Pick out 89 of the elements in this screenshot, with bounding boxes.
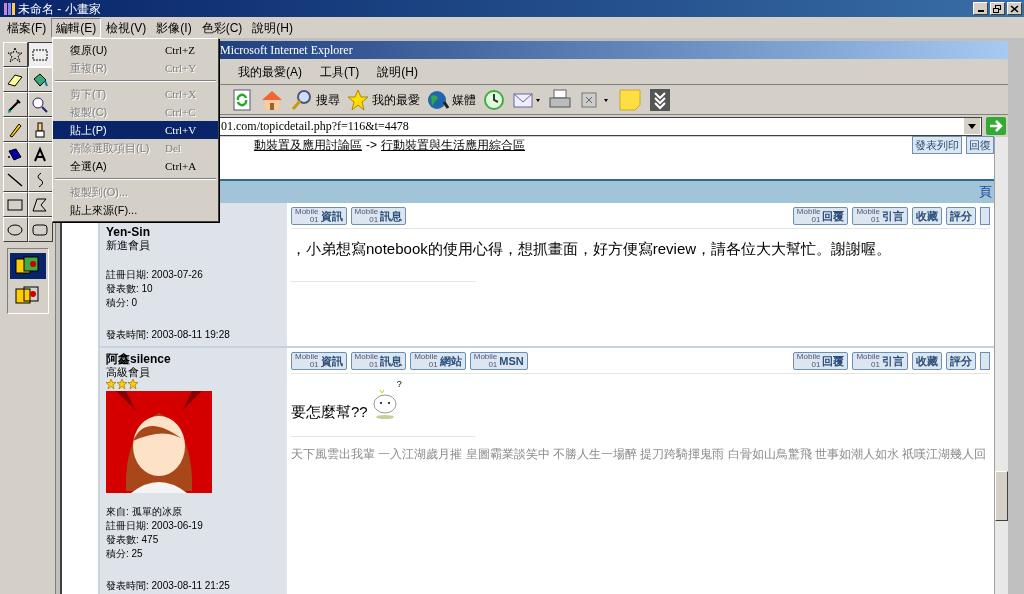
member-info: 註冊日期: 2003-06-19 xyxy=(106,519,204,533)
question-mark: ? xyxy=(396,378,402,391)
menu-item[interactable]: 檢視(V) xyxy=(101,17,152,38)
brand-number: 01 xyxy=(428,361,438,369)
star-icon[interactable] xyxy=(346,87,370,112)
brand-text: Mobile xyxy=(856,353,880,361)
toolbar-button[interactable]: 媒體 xyxy=(426,87,476,112)
member-rank: 新進會員 xyxy=(106,239,151,252)
maximize-icon xyxy=(993,4,1002,13)
signature: 天下風雲出我輩 一入江湖歲月摧 皇圖霸業談笑中 不勝人生一場醉 提刀跨騎揮鬼雨 白骨如山鳥驚飛 世事如潮人如水 祇嘆江湖幾人回 xyxy=(291,446,988,463)
brand-number: 01 xyxy=(811,361,821,369)
brand-number: 01 xyxy=(488,361,498,369)
menu-option[interactable]: 貼上(P) Ctrl+V xyxy=(53,121,218,139)
brand-text: Mobile xyxy=(796,208,821,216)
top-link-button[interactable]: 回復 xyxy=(966,135,994,155)
cut-off-button[interactable] xyxy=(980,352,990,370)
brand-text: Mobile xyxy=(414,353,438,361)
member-info: 積分: 25 xyxy=(106,547,144,561)
tool-button[interactable] xyxy=(27,42,53,67)
brand-text: Mobile xyxy=(295,208,319,216)
star-icon xyxy=(117,379,127,389)
member-info: 註冊日期: 2003-07-26 xyxy=(106,268,204,282)
minimize-button[interactable] xyxy=(973,2,988,15)
brand-text: Mobile xyxy=(856,208,880,216)
breadcrumb-link[interactable]: 行動裝置與生活應用綜合區 xyxy=(381,136,525,154)
brand-text: Mobile xyxy=(796,353,821,361)
cut-off-button[interactable] xyxy=(980,207,990,225)
menu-option[interactable]: 全選(A) Ctrl+A xyxy=(53,157,218,175)
member-info: 積分: 0 xyxy=(106,296,139,310)
star-select-icon xyxy=(6,45,24,64)
window-title: 未命名 - 小畫家 xyxy=(18,0,101,18)
post-time: 發表時間: 2003-08-11 19:28 xyxy=(106,328,231,342)
forum-button[interactable]: 評分 xyxy=(946,207,976,225)
menu-item[interactable]: 檔案(F) xyxy=(2,17,52,38)
menu-item[interactable]: 說明(H) xyxy=(247,17,298,38)
transparency-option[interactable] xyxy=(9,253,46,279)
brand-text: Mobile xyxy=(354,353,379,361)
star-icon xyxy=(106,379,116,389)
forum-button[interactable]: 評分 xyxy=(946,352,976,370)
brand-number: 01 xyxy=(369,216,379,224)
page-link[interactable]: 頁 xyxy=(979,182,992,202)
browser-menu-item[interactable]: 說明(H) xyxy=(377,62,418,81)
member-info: 發表數: 475 xyxy=(106,533,160,547)
member-info: 發表數: 10 xyxy=(106,282,154,296)
brand-text: Mobile xyxy=(473,353,498,361)
post-body: 要怎麼幫?? xyxy=(291,402,368,422)
go-arrow-icon[interactable] xyxy=(986,117,1006,135)
breadcrumb-separator: -> xyxy=(366,137,377,154)
forum-button[interactable]: 收藏 xyxy=(912,207,942,225)
menu-item[interactable]: 影像(I) xyxy=(151,17,197,38)
polygon-icon xyxy=(31,195,49,214)
magnifier-icon xyxy=(31,95,49,114)
member-rank: 高級會員 xyxy=(106,366,151,379)
brand-number: 01 xyxy=(309,361,319,369)
menu-option[interactable]: 復原(U) Ctrl+Z xyxy=(53,41,218,59)
brand-number: 01 xyxy=(369,361,379,369)
browser-title: Microsoft Internet Explorer xyxy=(220,42,353,59)
breadcrumb-link[interactable]: 動裝置及應用討論區 xyxy=(254,136,362,154)
close-button[interactable] xyxy=(1007,2,1022,15)
post-time: 發表時間: 2003-08-11 21:25 xyxy=(106,579,231,593)
star-icon xyxy=(128,379,138,389)
author-name[interactable]: 阿鑫silence xyxy=(106,352,281,366)
chevrons-down-icon[interactable] xyxy=(648,87,672,112)
toolbar-button[interactable]: 我的最愛 xyxy=(346,87,420,112)
brand-number: 01 xyxy=(309,216,319,224)
letter-icon xyxy=(31,145,49,164)
browser-menu-item[interactable]: 我的最愛(A) xyxy=(238,62,302,81)
menu-option[interactable]: 貼上來源(F)... xyxy=(53,201,218,219)
browser-menu-item[interactable]: 工具(T) xyxy=(320,62,360,81)
brand-text: Mobile xyxy=(354,208,379,216)
maximize-button[interactable] xyxy=(990,2,1005,15)
menu-item[interactable]: 色彩(C) xyxy=(196,17,248,38)
line-icon xyxy=(6,170,24,189)
search-icon[interactable] xyxy=(290,87,314,112)
forum-button[interactable]: 收藏 xyxy=(912,352,942,370)
menu-item[interactable]: 編輯(E) xyxy=(51,17,102,38)
brand-number: 01 xyxy=(871,361,880,369)
brand-number: 01 xyxy=(811,216,821,224)
author-name[interactable]: Yen-Sin xyxy=(106,225,281,239)
brand-number: 01 xyxy=(871,216,880,224)
member-info: 來自: 孤單的冰原 xyxy=(106,505,183,519)
scrollbar[interactable] xyxy=(994,137,1008,594)
toolbar-button[interactable]: 搜尋 xyxy=(290,87,340,112)
paint-app-icon xyxy=(2,1,16,16)
brand-text: Mobile xyxy=(295,353,319,361)
minimize-icon xyxy=(977,10,984,12)
post-body: ，小弟想寫notebook的使用心得，想抓畫面，好方便寫review，請各位大大幫忙。謝謝喔。 xyxy=(291,239,892,259)
refresh-icon[interactable] xyxy=(230,87,254,112)
close-icon xyxy=(1010,4,1019,13)
